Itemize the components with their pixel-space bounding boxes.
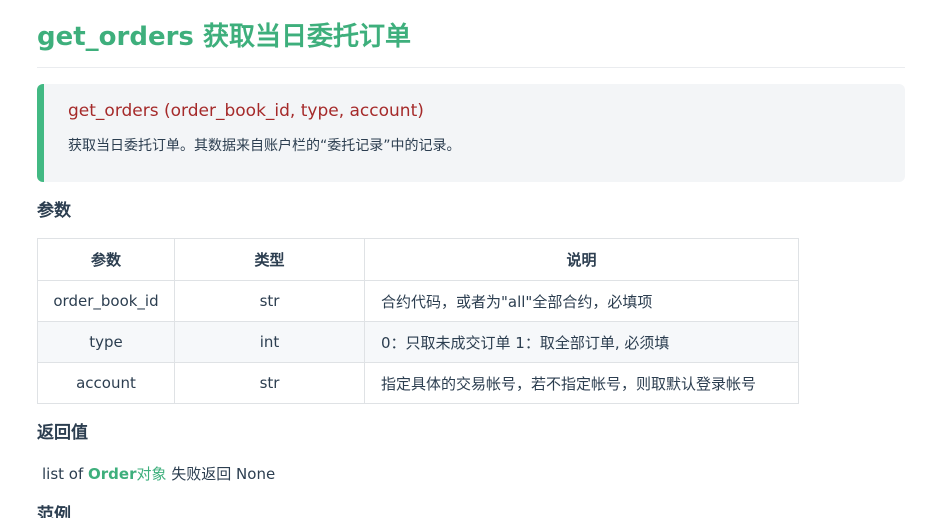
order-link[interactable]: Order [88,465,136,483]
order-link-suffix[interactable]: 对象 [137,465,167,483]
table-row: account str 指定具体的交易帐号，若不指定帐号，则取默认登录帐号 [37,362,799,404]
title-divider [37,67,905,68]
table-header-row: 参数 类型 说明 [37,238,799,281]
params-heading: 参数 [37,201,71,221]
column-header: 参数 [37,238,175,281]
param-desc: 0：只取未成交订单 1：取全部订单, 必须填 [364,321,799,363]
param-name: type [37,321,175,363]
param-type: str [174,362,365,404]
table-row: type int 0：只取未成交订单 1：取全部订单, 必须填 [37,321,799,363]
example-heading: 范例 [37,505,71,518]
params-table: 参数 类型 说明 order_book_id str 合约代码，或者为"all"… [37,238,799,404]
page-title: get_orders 获取当日委托订单 [37,22,411,52]
param-name: order_book_id [37,280,175,322]
returns-prefix: list of [42,465,89,483]
returns-heading: 返回值 [37,423,88,443]
column-header: 说明 [364,238,799,281]
column-header: 类型 [174,238,365,281]
param-type: int [174,321,365,363]
param-desc: 合约代码，或者为"all"全部合约，必填项 [364,280,799,322]
api-callout: get_orders (order_book_id, type, account… [37,84,905,182]
returns-suffix: 失败返回 None [166,465,276,483]
function-signature: get_orders (order_book_id, type, account… [68,101,424,121]
returns-text: list of Order对象 失败返回 None [42,463,275,485]
param-type: str [174,280,365,322]
param-name: account [37,362,175,404]
param-desc: 指定具体的交易帐号，若不指定帐号，则取默认登录帐号 [364,362,799,404]
function-description: 获取当日委托订单。其数据来自账户栏的“委托记录”中的记录。 [68,138,461,154]
table-row: order_book_id str 合约代码，或者为"all"全部合约，必填项 [37,280,799,322]
doc-page: get_orders 获取当日委托订单 get_orders (order_bo… [0,0,942,518]
